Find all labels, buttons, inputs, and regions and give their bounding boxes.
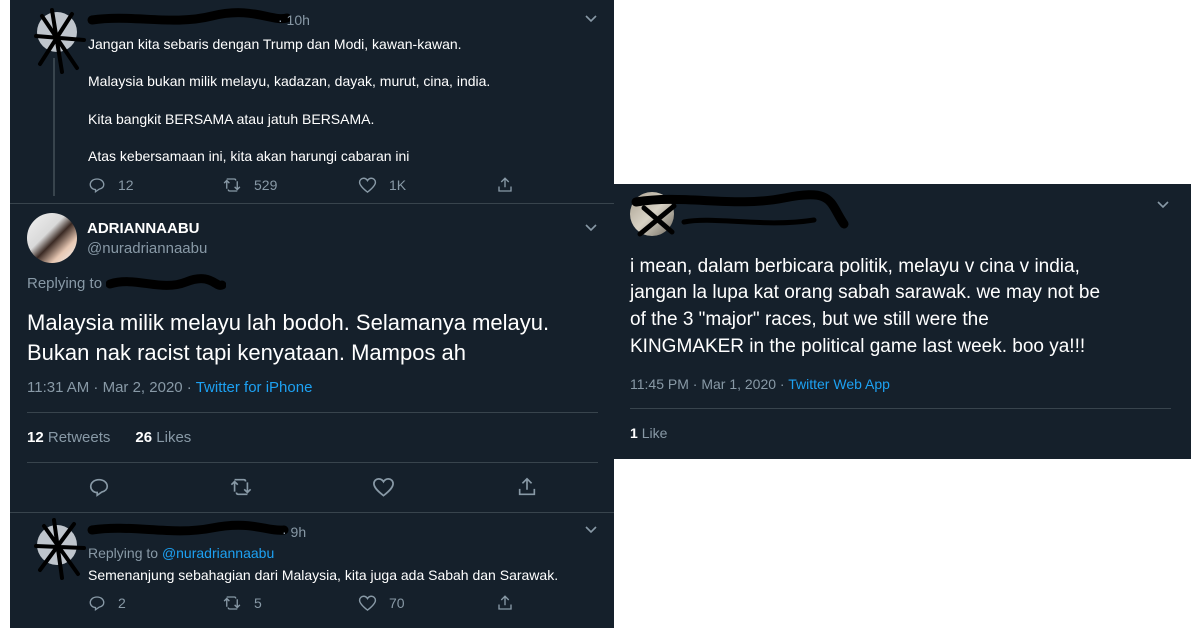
chevron-down-icon[interactable] (584, 14, 598, 24)
reply-count: 2 (118, 595, 126, 611)
reply-icon (89, 178, 105, 194)
retweet-count: 5 (254, 595, 262, 611)
divider (10, 512, 614, 513)
tweet-text-line: Jangan kita sebaris dengan Trump dan Mod… (88, 36, 462, 52)
chevron-down-icon[interactable] (584, 223, 598, 233)
share-icon[interactable] (516, 476, 538, 498)
reply-count: 12 (118, 177, 134, 193)
tweet-text-line: Malaysia bukan milik melayu, kadazan, da… (88, 73, 491, 89)
retweet-button[interactable]: 5 (222, 594, 262, 612)
replying-to-label: Replying to (27, 275, 103, 292)
share-icon[interactable] (496, 176, 514, 194)
chevron-down-icon[interactable] (584, 525, 598, 535)
like-label: Like (641, 425, 668, 441)
reply-icon[interactable] (88, 476, 110, 498)
tweet-thread-panel: · 10h Jangan kita sebaris dengan Trump d… (10, 0, 614, 628)
retweet-count: 529 (254, 177, 278, 193)
tweet-text-line: Malaysia milik melayu lah bodoh. Selaman… (27, 310, 550, 335)
heart-icon[interactable] (372, 476, 395, 498)
tweet-meta: 11:45 PM · Mar 1, 2020 · Twitter Web App (630, 376, 890, 392)
retweet-icon (223, 596, 241, 610)
heart-icon (358, 177, 377, 194)
quoted-tweet-panel: i mean, dalam berbicara politik, melayu … (614, 184, 1191, 459)
timestamp[interactable]: 11:31 AM · Mar 2, 2020 · (27, 379, 196, 396)
retweet-label: Retweets (47, 429, 111, 446)
like-stat[interactable]: 1 Like (630, 425, 667, 441)
thread-line (53, 58, 55, 196)
divider (27, 462, 598, 463)
user-handle[interactable]: @nuradriannaabu (87, 240, 207, 257)
divider (10, 203, 614, 204)
share-icon[interactable] (496, 594, 514, 612)
tweet-text-line: Atas kebersamaan ini, kita akan harungi … (88, 148, 410, 164)
replying-to: Replying to @nuradriannaabu (88, 544, 274, 563)
redaction-scribble (631, 190, 849, 237)
divider (630, 408, 1171, 409)
retweet-stat[interactable]: 12 Retweets (27, 429, 110, 446)
engagement-stats: 12 Retweets 26 Likes (27, 429, 191, 446)
like-label: Likes (156, 429, 192, 446)
like-count: 70 (389, 595, 405, 611)
reply-button[interactable]: 2 (88, 594, 126, 612)
display-name[interactable]: ADRIANNAABU (87, 220, 200, 237)
tweet-source-link[interactable]: Twitter for iPhone (196, 379, 313, 396)
tweet-text: Semenanjung sebahagian dari Malaysia, ki… (88, 567, 559, 583)
tweet-time[interactable]: · 9h (282, 523, 306, 542)
tweet-text-line: jangan la lupa kat orang sabah sarawak. … (630, 282, 1101, 303)
tweet-text-line: of the 3 "major" races, but we still wer… (630, 309, 989, 330)
like-count: 1K (389, 177, 407, 193)
redaction-scribble (106, 274, 226, 290)
reply-icon (89, 596, 105, 612)
replying-to-label: Replying to (88, 545, 162, 561)
like-total: 26 (135, 429, 153, 446)
tweet-text-line: Bukan nak racist tapi kenyataan. Mampos … (27, 340, 467, 365)
retweet-button[interactable]: 529 (222, 176, 277, 194)
like-button[interactable]: 70 (358, 594, 405, 612)
timestamp[interactable]: 11:45 PM · Mar 1, 2020 · (630, 376, 788, 392)
avatar[interactable] (27, 213, 77, 263)
tweet-time[interactable]: · 10h (278, 11, 310, 30)
like-stat[interactable]: 26 Likes (135, 429, 191, 446)
replying-to-handle[interactable]: @nuradriannaabu (162, 545, 274, 561)
tweet-text-line: KINGMAKER in the political game last wee… (630, 336, 1086, 357)
chevron-down-icon[interactable] (1156, 200, 1170, 210)
tweet-text-line: i mean, dalam berbicara politik, melayu … (630, 256, 1080, 277)
reply-button[interactable]: 12 (88, 176, 134, 194)
tweet-text-line: Kita bangkit BERSAMA atau jatuh BERSAMA. (88, 111, 375, 127)
tweet-meta: 11:31 AM · Mar 2, 2020 · Twitter for iPh… (27, 379, 312, 396)
divider (27, 412, 598, 413)
retweet-icon (223, 178, 241, 192)
like-button[interactable]: 1K (358, 176, 406, 194)
heart-icon (358, 595, 377, 612)
retweet-total: 12 (27, 429, 44, 446)
retweet-icon[interactable] (229, 476, 253, 498)
like-total: 1 (630, 425, 638, 441)
tweet-source-link[interactable]: Twitter Web App (788, 376, 890, 392)
